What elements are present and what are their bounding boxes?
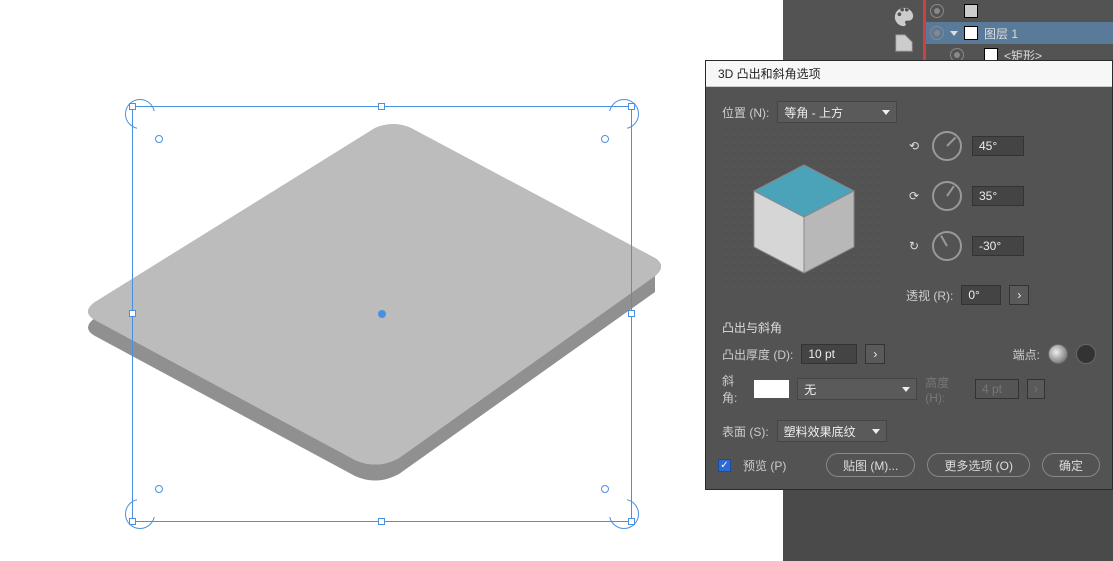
perspective-input[interactable] bbox=[961, 285, 1001, 305]
rotate-z-input[interactable] bbox=[972, 236, 1024, 256]
panel-dock bbox=[783, 0, 923, 60]
color-palette-icon[interactable] bbox=[893, 6, 915, 28]
canvas[interactable] bbox=[0, 0, 780, 561]
corner-widget-bl[interactable] bbox=[155, 485, 163, 493]
bevel-out-icon bbox=[1078, 380, 1096, 398]
rotation-cube-track[interactable] bbox=[722, 131, 886, 295]
position-dropdown[interactable]: 等角 - 上方 bbox=[777, 101, 897, 123]
bevel-height-input bbox=[975, 379, 1019, 399]
cap-on-button[interactable] bbox=[1048, 344, 1068, 364]
resize-handle-bottom-mid[interactable] bbox=[378, 518, 385, 525]
cap-label: 端点: bbox=[1013, 346, 1040, 363]
live-corner-br[interactable] bbox=[609, 499, 639, 529]
rotate-y-icon: ⟳ bbox=[906, 188, 922, 204]
ok-button[interactable]: 确定 bbox=[1042, 453, 1100, 477]
extrude-bevel-dialog: 3D 凸出和斜角选项 位置 (N): 等角 - 上方 ⟲ bbox=[705, 60, 1113, 490]
layer-row-selected[interactable]: 图层 1 bbox=[926, 22, 1113, 44]
corner-widget-tl[interactable] bbox=[155, 135, 163, 143]
bevel-height-stepper: › bbox=[1027, 379, 1045, 399]
layer-row[interactable] bbox=[926, 0, 1113, 22]
depth-label: 凸出厚度 (D): bbox=[722, 346, 793, 363]
live-corner-tl[interactable] bbox=[125, 99, 155, 129]
depth-stepper[interactable]: › bbox=[865, 344, 885, 364]
rotate-y-input[interactable] bbox=[972, 186, 1024, 206]
depth-input[interactable] bbox=[801, 344, 857, 364]
rotate-y-dial[interactable] bbox=[932, 181, 962, 211]
rotate-x-icon: ⟲ bbox=[906, 138, 922, 154]
dialog-title: 3D 凸出和斜角选项 bbox=[706, 61, 1112, 87]
corner-widget-tr[interactable] bbox=[601, 135, 609, 143]
panel-dock-bottom bbox=[783, 489, 1113, 561]
map-art-button[interactable]: 贴图 (M)... bbox=[826, 453, 915, 477]
bevel-dropdown[interactable]: 无 bbox=[797, 378, 917, 400]
rotate-x-dial[interactable] bbox=[932, 131, 962, 161]
visibility-toggle-icon[interactable] bbox=[930, 4, 944, 18]
live-corner-tr[interactable] bbox=[609, 99, 639, 129]
surface-label: 表面 (S): bbox=[722, 423, 769, 440]
rotate-z-dial[interactable] bbox=[932, 231, 962, 261]
rotate-z-icon: ↻ bbox=[906, 238, 922, 254]
bevel-swatch bbox=[754, 380, 789, 398]
layer-swatch bbox=[964, 26, 978, 40]
layer-name: 图层 1 bbox=[984, 25, 1018, 42]
corner-widget-br[interactable] bbox=[601, 485, 609, 493]
cap-off-button[interactable] bbox=[1076, 344, 1096, 364]
resize-handle-top-mid[interactable] bbox=[378, 103, 385, 110]
surface-dropdown[interactable]: 塑料效果底纹 bbox=[777, 420, 887, 442]
layer-color-strip bbox=[923, 0, 926, 60]
bevel-in-icon bbox=[1053, 380, 1071, 398]
selection-center[interactable] bbox=[378, 310, 386, 318]
resize-handle-mid-right[interactable] bbox=[628, 310, 635, 317]
visibility-toggle-icon[interactable] bbox=[930, 26, 944, 40]
bevel-label: 斜角: bbox=[722, 372, 746, 406]
preview-label: 预览 (P) bbox=[743, 457, 786, 474]
resize-handle-mid-left[interactable] bbox=[129, 310, 136, 317]
disclosure-triangle-icon[interactable] bbox=[950, 31, 958, 36]
rotation-cube-icon[interactable] bbox=[722, 131, 886, 295]
extrude-section-title: 凸出与斜角 bbox=[722, 319, 1096, 336]
position-label: 位置 (N): bbox=[722, 104, 769, 121]
perspective-label: 透视 (R): bbox=[906, 287, 953, 304]
perspective-stepper[interactable]: › bbox=[1009, 285, 1029, 305]
rotate-x-input[interactable] bbox=[972, 136, 1024, 156]
live-corner-bl[interactable] bbox=[125, 499, 155, 529]
preview-checkbox[interactable]: ✓ bbox=[718, 459, 731, 472]
layer-swatch bbox=[964, 4, 978, 18]
shape-tool-icon[interactable] bbox=[893, 32, 915, 54]
bevel-height-label: 高度 (H): bbox=[925, 374, 967, 405]
layers-panel[interactable]: 图层 1 <矩形> bbox=[923, 0, 1113, 60]
selection-bounding-box[interactable] bbox=[132, 106, 632, 522]
more-options-button[interactable]: 更多选项 (O) bbox=[927, 453, 1030, 477]
